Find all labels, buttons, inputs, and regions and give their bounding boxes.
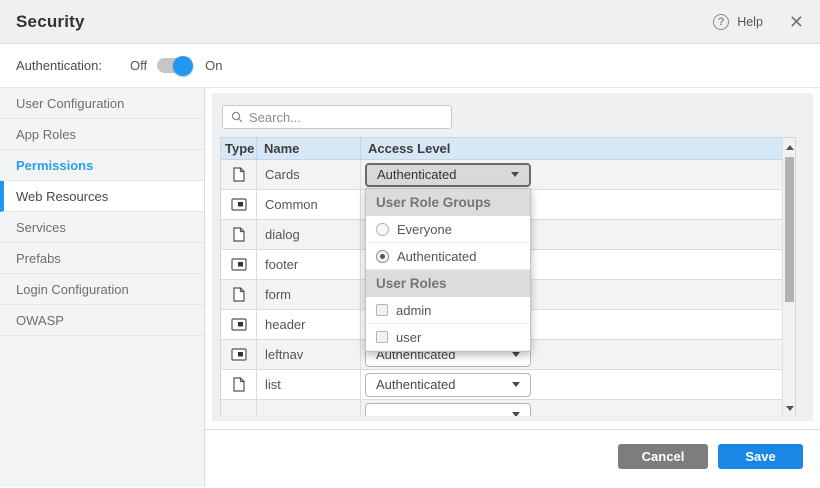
- table-row: Cards Authenticated: [221, 160, 795, 190]
- page-icon: [233, 227, 245, 242]
- authentication-bar: Authentication: Off On: [0, 44, 820, 88]
- table-header: Type Name Access Level: [221, 138, 795, 160]
- partial-icon: [231, 258, 247, 271]
- sidebar-item-web-resources[interactable]: Web Resources: [0, 181, 204, 212]
- authentication-label: Authentication:: [16, 58, 102, 73]
- sidebar-item-login-configuration[interactable]: Login Configuration: [0, 274, 204, 305]
- resources-table: Type Name Access Level Cards Authenticat…: [220, 137, 796, 416]
- resource-name: form: [257, 280, 361, 309]
- web-resources-panel: Type Name Access Level Cards Authenticat…: [212, 93, 813, 421]
- access-level-dropdown[interactable]: [365, 403, 531, 417]
- title-bar: Security ? Help ✕: [0, 0, 820, 44]
- main-content: Type Name Access Level Cards Authenticat…: [205, 88, 820, 487]
- dropdown-value: Authenticated: [377, 167, 457, 182]
- cancel-button[interactable]: Cancel: [618, 444, 708, 469]
- sidebar: User Configuration App Roles Permissions…: [0, 88, 205, 487]
- partial-icon: [231, 348, 247, 361]
- table-row: [221, 400, 795, 416]
- sidebar-item-user-configuration[interactable]: User Configuration: [0, 88, 204, 119]
- access-level-dropdown[interactable]: Authenticated: [365, 163, 531, 187]
- checkbox-icon[interactable]: [376, 331, 388, 343]
- dropdown-option-everyone[interactable]: Everyone: [366, 216, 530, 243]
- dropdown-option-authenticated[interactable]: Authenticated: [366, 243, 530, 270]
- resource-name: Common: [257, 190, 361, 219]
- resource-name: footer: [257, 250, 361, 279]
- toggle-on-label: On: [205, 58, 222, 73]
- page-icon: [233, 287, 245, 302]
- vertical-scrollbar[interactable]: [782, 138, 795, 416]
- partial-icon: [231, 198, 247, 211]
- option-label: user: [396, 330, 421, 345]
- dropdown-group-header: User Role Groups: [366, 189, 530, 216]
- option-label: admin: [396, 303, 431, 318]
- sidebar-item-app-roles[interactable]: App Roles: [0, 119, 204, 150]
- radio-icon[interactable]: [376, 223, 389, 236]
- search-box[interactable]: [222, 105, 452, 129]
- access-level-dropdown-panel: User Role Groups Everyone Authenticated …: [365, 188, 531, 352]
- resource-name: [257, 400, 361, 416]
- dropdown-option-admin[interactable]: admin: [366, 297, 530, 324]
- radio-checked-icon[interactable]: [376, 250, 389, 263]
- sidebar-item-services[interactable]: Services: [0, 212, 204, 243]
- resource-name: list: [257, 370, 361, 399]
- resource-name: dialog: [257, 220, 361, 249]
- resource-name: Cards: [257, 160, 361, 189]
- dropdown-value: Authenticated: [376, 377, 456, 392]
- page-icon: [233, 167, 245, 182]
- search-icon: [231, 111, 243, 123]
- partial-icon: [231, 318, 247, 331]
- table-row: list Authenticated: [221, 370, 795, 400]
- sidebar-item-prefabs[interactable]: Prefabs: [0, 243, 204, 274]
- save-button[interactable]: Save: [718, 444, 803, 469]
- column-header-access-level: Access Level: [361, 138, 795, 159]
- sidebar-item-owasp[interactable]: OWASP: [0, 305, 204, 336]
- page-title: Security: [16, 12, 85, 32]
- security-window: Security ? Help ✕ Authentication: Off On…: [0, 0, 820, 488]
- footer-actions: Cancel Save: [618, 444, 803, 469]
- dropdown-option-user[interactable]: user: [366, 324, 530, 351]
- authentication-toggle[interactable]: [157, 58, 191, 73]
- help-link[interactable]: Help: [737, 15, 763, 29]
- access-level-dropdown[interactable]: Authenticated: [365, 373, 531, 397]
- scroll-down-icon[interactable]: [783, 401, 796, 415]
- option-label: Everyone: [397, 222, 452, 237]
- toggle-knob: [173, 56, 193, 76]
- chevron-down-icon: [512, 352, 520, 357]
- sidebar-item-permissions[interactable]: Permissions: [0, 150, 204, 181]
- search-input[interactable]: [249, 110, 443, 125]
- chevron-down-icon: [512, 412, 520, 416]
- dropdown-group-header: User Roles: [366, 270, 530, 297]
- footer-divider: [205, 429, 820, 430]
- resource-name: leftnav: [257, 340, 361, 369]
- column-header-name: Name: [257, 138, 361, 159]
- resource-name: header: [257, 310, 361, 339]
- help-icon[interactable]: ?: [713, 14, 729, 30]
- chevron-down-icon: [511, 172, 519, 177]
- toggle-off-label: Off: [130, 58, 147, 73]
- scrollbar-thumb[interactable]: [785, 157, 794, 302]
- checkbox-icon[interactable]: [376, 304, 388, 316]
- close-icon[interactable]: ✕: [789, 13, 804, 31]
- scroll-up-icon[interactable]: [783, 140, 796, 154]
- page-icon: [233, 377, 245, 392]
- chevron-down-icon: [512, 382, 520, 387]
- option-label: Authenticated: [397, 249, 477, 264]
- column-header-type: Type: [221, 138, 257, 159]
